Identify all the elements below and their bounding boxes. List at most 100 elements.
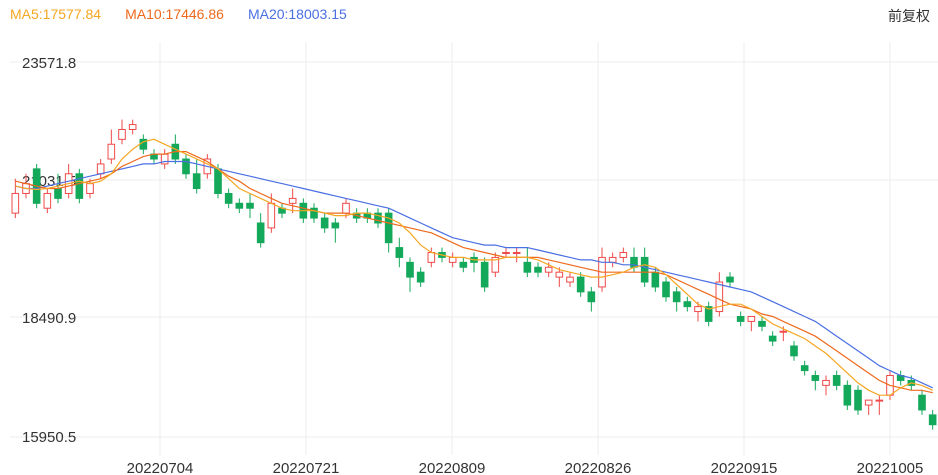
candle-body (608, 256, 617, 263)
down-candle (363, 208, 372, 223)
y-axis-labels: 23571.8 21031.5 18490.9 15950.5 (22, 55, 76, 446)
up-candle (448, 252, 457, 268)
y-tick-label: 23571.8 (22, 55, 76, 72)
up-candle (566, 272, 574, 287)
down-candle (480, 257, 489, 292)
x-tick-label: 20220704 (127, 460, 194, 475)
x-tick-label: 20220915 (711, 460, 778, 475)
candle-body (875, 399, 884, 402)
down-candle (704, 301, 713, 327)
down-candle (928, 409, 937, 430)
candle-body (534, 266, 542, 273)
candle-body (864, 399, 873, 406)
candle-body (395, 247, 404, 258)
candle-body (918, 394, 926, 411)
down-candle (918, 390, 926, 415)
candle-body (459, 261, 468, 268)
candle-body (128, 124, 137, 130)
candle-body (54, 188, 62, 199)
candle-body (672, 291, 681, 303)
up-candle (502, 247, 510, 258)
candle-body (246, 202, 254, 209)
up-candle (822, 375, 830, 396)
down-candle (224, 188, 233, 209)
up-candle (619, 247, 628, 263)
candle-body (822, 379, 830, 386)
candle-body (619, 252, 628, 258)
candlestick-chart: 23571.8 21031.5 18490.9 15950.5 20220704… (10, 42, 938, 475)
down-candle (662, 277, 670, 302)
candle-body (790, 345, 798, 357)
candle-body (235, 202, 244, 209)
candle-body (214, 168, 222, 194)
down-candle (278, 203, 286, 219)
candle-body (832, 375, 841, 386)
candle-body (118, 128, 126, 140)
candle-body (75, 173, 84, 199)
down-candle (811, 370, 820, 391)
down-candle (651, 267, 660, 292)
up-candle (160, 149, 169, 169)
candle-body (448, 256, 457, 263)
up-candle (107, 129, 116, 164)
candle-body (320, 217, 329, 229)
down-candle (736, 311, 745, 327)
down-candle (672, 286, 681, 312)
candle-body (480, 261, 489, 288)
up-candle (96, 159, 105, 179)
down-candle (470, 252, 478, 273)
candle-body (800, 365, 809, 372)
candle-body (256, 222, 265, 244)
y-tick-label: 18490.9 (22, 310, 76, 327)
up-candle (128, 119, 137, 135)
candle-body (43, 192, 52, 209)
candles (11, 119, 937, 430)
candle-body (587, 291, 596, 303)
candle-body (928, 414, 937, 426)
down-candle (854, 385, 862, 415)
up-candle (864, 399, 873, 415)
down-candle (182, 154, 190, 179)
down-candle (256, 213, 265, 248)
down-candle (416, 267, 425, 287)
candle-body (662, 281, 670, 298)
down-candle (331, 218, 340, 243)
candle-body (854, 389, 862, 411)
down-candle (896, 370, 905, 386)
down-candle (523, 247, 532, 278)
x-axis-labels: 20220704 20220721 20220809 20220826 2022… (127, 460, 924, 475)
candle-body (107, 143, 116, 160)
candle-body (523, 261, 532, 273)
candle-body (758, 320, 766, 327)
candle-body (640, 256, 649, 283)
up-candle (288, 188, 297, 214)
candle-body (651, 271, 660, 288)
candle-body (512, 252, 521, 255)
candle-body (342, 202, 350, 214)
candle-body (86, 183, 94, 194)
candle-body (427, 252, 436, 263)
up-candle (43, 188, 52, 214)
candle-body (406, 261, 414, 278)
candle-body (331, 222, 340, 229)
candle-body (576, 276, 585, 293)
candle-body (566, 276, 574, 283)
down-candle (150, 149, 158, 164)
x-tick-label: 20221005 (857, 460, 924, 475)
up-candle (491, 252, 500, 278)
down-candle (406, 257, 414, 292)
down-candle (790, 341, 798, 361)
down-candle (768, 331, 777, 346)
candle-body (768, 335, 777, 342)
down-candle (726, 272, 734, 287)
candle-body (843, 384, 852, 406)
x-tick-label: 20220721 (273, 460, 340, 475)
down-candle (576, 272, 585, 297)
down-candle (459, 257, 468, 273)
x-tick-label: 20220826 (565, 460, 632, 475)
chart-grid (10, 42, 938, 455)
down-candle (832, 370, 841, 391)
down-candle (75, 168, 84, 204)
candle-body (683, 301, 692, 308)
down-candle (534, 262, 542, 278)
